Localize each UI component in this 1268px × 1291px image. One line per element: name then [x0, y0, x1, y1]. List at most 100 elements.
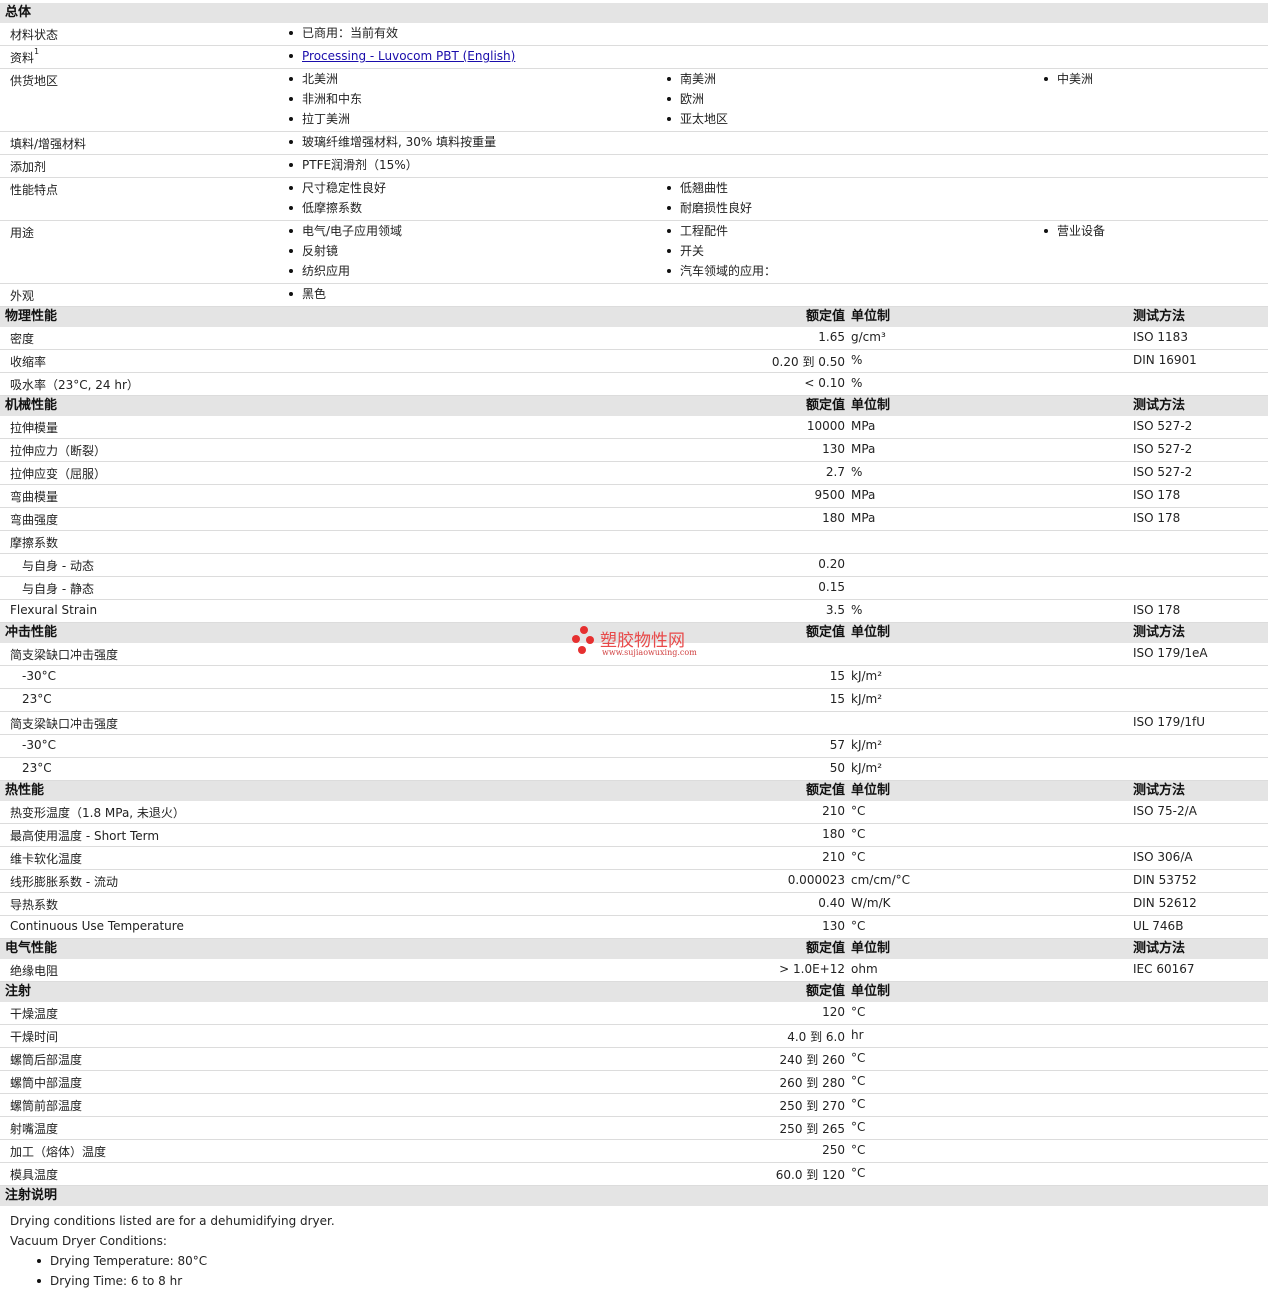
property-value: 0.20: [818, 557, 845, 571]
property-unit: °C: [851, 827, 866, 841]
header-unit: 单位制: [851, 309, 891, 324]
test-method: UL 746B: [1133, 919, 1184, 933]
property-row: 吸水率（23°C, 24 hr） < 0.10%: [0, 373, 1268, 396]
test-method: ISO 179/1fU: [1133, 715, 1206, 729]
test-method: ISO 178: [1133, 511, 1181, 525]
property-label: 加工（熔体）温度: [10, 1145, 107, 1159]
header-method: 测试方法: [1133, 941, 1186, 956]
property-label: 与自身 - 静态: [22, 582, 94, 596]
property-unit: kJ/m²: [851, 669, 883, 683]
property-value: 2.7: [825, 465, 845, 479]
general-row: 供货地区 北美洲 非洲和中东 拉丁美洲 南美洲 欧洲 亚太地区 中美洲: [0, 69, 1268, 132]
section-notes: 注射说明: [0, 1186, 1268, 1206]
property-row: 弯曲模量 9500 MPa ISO 178: [0, 485, 1268, 508]
property-unit: °C: [851, 1166, 866, 1180]
test-method: ISO 75-2/A: [1133, 804, 1197, 818]
bullet-list: 玻璃纤维增强材料, 30% 填料按重量: [288, 132, 496, 152]
property-unit: MPa: [851, 511, 876, 525]
list-item: 低摩擦系数: [288, 198, 386, 218]
list-item: 纺织应用: [288, 261, 402, 281]
header-method: 测试方法: [1133, 398, 1186, 413]
property-row: 线形膨胀系数 - 流动 0.000023 cm/cm/°C DIN 53752: [0, 870, 1268, 893]
property-value: 0.20 到 0.50: [771, 355, 845, 369]
property-label: 23°C: [22, 761, 52, 775]
property-unit: cm/cm/°C: [851, 873, 911, 887]
property-unit: hr: [851, 1028, 864, 1042]
property-unit: W/m/K: [851, 896, 891, 910]
property-label: 拉伸模量: [10, 421, 59, 435]
section-title: 电气性能: [5, 941, 58, 956]
test-method: ISO 527-2: [1133, 465, 1193, 479]
property-row: 绝缘电阻 > 1.0E+12 ohm IEC 60167: [0, 959, 1268, 982]
list-item: 尺寸稳定性良好: [288, 178, 386, 198]
bullet-list: 电气/电子应用领域 反射镜 纺织应用: [288, 221, 402, 281]
header-value: 额定值: [805, 398, 845, 413]
property-label: 维卡软化温度: [10, 852, 83, 866]
property-row: 与自身 - 静态 0.15: [0, 577, 1268, 600]
section-header: 电气性能 额定值 单位制 测试方法: [0, 939, 1268, 959]
property-unit: %: [851, 465, 863, 479]
property-row: -30°C 15 kJ/m²: [0, 666, 1268, 689]
note-bullet: Drying Time: 6 to 8 hr: [0, 1271, 1268, 1291]
header-unit: 单位制: [851, 984, 891, 999]
property-value: 50: [829, 761, 845, 775]
property-label: Continuous Use Temperature: [10, 919, 184, 933]
test-method: DIN 53752: [1133, 873, 1197, 887]
property-label: 线形膨胀系数 - 流动: [10, 875, 118, 889]
property-value: 250 到 270: [779, 1099, 845, 1113]
property-value: 60.0 到 120: [775, 1168, 845, 1182]
bullet-list: 北美洲 非洲和中东 拉丁美洲: [288, 69, 362, 129]
property-row: 简支梁缺口冲击强度 ISO 179/1fU: [0, 712, 1268, 735]
section-title: 总体: [5, 5, 32, 20]
property-value: 250 到 265: [779, 1122, 845, 1136]
row-label: 材料状态: [10, 26, 58, 43]
property-row: 加工（熔体）温度 250 °C: [0, 1140, 1268, 1163]
property-label: 摩擦系数: [10, 536, 59, 550]
row-label: 外观: [10, 287, 34, 304]
list-item: 南美洲: [666, 69, 728, 89]
property-label: -30°C: [22, 669, 56, 683]
bullet-list: Processing - Luvocom PBT (English): [288, 46, 515, 66]
list-item: 已商用：当前有效: [288, 23, 398, 43]
property-row: 最高使用温度 - Short Term 180 °C: [0, 824, 1268, 847]
property-unit: ohm: [851, 962, 878, 976]
bullet-list: 已商用：当前有效: [288, 23, 398, 43]
property-value: 15: [829, 669, 845, 683]
list-item: 汽车领域的应用：: [666, 261, 776, 281]
property-value: 120: [822, 1005, 845, 1019]
property-label: 螺筒后部温度: [10, 1053, 83, 1067]
list-item: 营业设备: [1043, 221, 1105, 241]
property-value: 260 到 280: [779, 1076, 845, 1090]
property-label: 干燥时间: [10, 1030, 59, 1044]
property-label: 拉伸应变（屈服）: [10, 467, 107, 481]
list-item: 欧洲: [666, 89, 728, 109]
header-method: 测试方法: [1133, 309, 1186, 324]
property-label: 弯曲强度: [10, 513, 59, 527]
property-row: 模具温度 60.0 到 120 °C: [0, 1163, 1268, 1186]
section-header: 热性能 额定值 单位制 测试方法: [0, 781, 1268, 801]
list-item: 非洲和中东: [288, 89, 362, 109]
property-label: 模具温度: [10, 1168, 59, 1182]
list-item: 拉丁美洲: [288, 109, 362, 129]
property-value: 4.0 到 6.0: [787, 1030, 845, 1044]
header-value: 额定值: [805, 309, 845, 324]
section-header: 机械性能 额定值 单位制 测试方法: [0, 396, 1268, 416]
notes-body: Drying conditions listed are for a dehum…: [0, 1206, 1268, 1291]
property-value: 0.40: [818, 896, 845, 910]
property-row: 螺筒前部温度 250 到 270 °C: [0, 1094, 1268, 1117]
list-item: 反射镜: [288, 241, 402, 261]
row-label-text: 用途: [10, 226, 35, 240]
section-title: 冲击性能: [5, 625, 58, 640]
property-row: 收缩率 0.20 到 0.50% DIN 16901: [0, 350, 1268, 373]
section-title: 物理性能: [5, 309, 58, 324]
header-value: 额定值: [805, 984, 845, 999]
property-label: 导热系数: [10, 898, 59, 912]
general-row: 性能特点 尺寸稳定性良好 低摩擦系数 低翘曲性 耐磨损性良好: [0, 178, 1268, 221]
bullet-list: 营业设备: [1043, 221, 1105, 241]
property-unit: °C: [851, 1051, 866, 1065]
property-row: 拉伸模量 10000 MPa ISO 527-2: [0, 416, 1268, 439]
row-label: 添加剂: [10, 158, 46, 175]
property-label: 最高使用温度 - Short Term: [10, 829, 160, 843]
document-link[interactable]: Processing - Luvocom PBT (English): [302, 49, 515, 63]
property-label: 热变形温度（1.8 MPa, 未退火）: [10, 806, 185, 820]
